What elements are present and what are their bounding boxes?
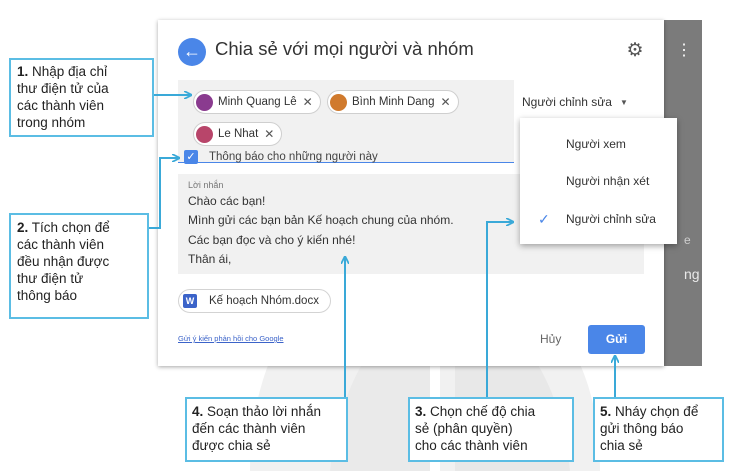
recipient-name: Bình Minh Dang xyxy=(352,96,435,108)
callout-number: 1. xyxy=(17,64,29,79)
role-select-value: Người chỉnh sửa xyxy=(522,95,612,109)
message-line: Thân ái, xyxy=(188,252,232,266)
background-fragment: e xyxy=(684,233,691,247)
callout-number: 3. xyxy=(415,404,427,419)
callout-4: 4. Soạn thảo lời nhắn đến các thành viên… xyxy=(185,397,348,462)
remove-icon[interactable]: ✕ xyxy=(440,95,450,109)
callout-text: Chọn chế độ chia sẻ (phân quyền) cho các… xyxy=(415,404,536,453)
checkmark-icon: ✓ xyxy=(538,211,550,227)
message-line: Mình gửi các bạn bản Kế hoạch chung của … xyxy=(188,213,454,227)
notify-label: Thông báo cho những người này xyxy=(209,151,378,163)
menu-item-label: Người nhận xét xyxy=(566,174,650,188)
callout-text: Soạn thảo lời nhắn đến các thành viên đư… xyxy=(192,404,321,453)
cancel-button[interactable]: Hủy xyxy=(540,332,561,346)
notify-checkbox[interactable]: ✓ xyxy=(184,150,198,164)
menu-item-commenter[interactable]: Người nhận xét xyxy=(520,164,677,198)
callout-1: 1. Nhập địa chỉ thư điện tử của các thàn… xyxy=(9,58,154,137)
feedback-link[interactable]: Gửi ý kiến phản hồi cho Google xyxy=(178,334,284,343)
avatar xyxy=(196,125,213,143)
remove-icon[interactable]: ✕ xyxy=(303,95,313,109)
remove-icon[interactable]: ✕ xyxy=(264,127,274,141)
callout-number: 5. xyxy=(600,404,612,419)
menu-item-editor[interactable]: ✓ Người chỉnh sửa xyxy=(520,202,677,236)
send-button[interactable]: Gửi xyxy=(588,325,645,354)
role-menu: Người xem Người nhận xét ✓ Người chỉnh s… xyxy=(520,118,677,244)
callout-number: 4. xyxy=(192,404,204,419)
notify-row[interactable]: ✓ Thông báo cho những người này xyxy=(184,150,378,164)
callout-3: 3. Chọn chế độ chia sẻ (phân quyền) cho … xyxy=(408,397,574,462)
recipient-name: Minh Quang Lê xyxy=(218,96,297,108)
message-label: Lời nhắn xyxy=(188,180,224,190)
avatar xyxy=(330,93,347,111)
message-line: Các bạn đọc và cho ý kiến nhé! xyxy=(188,233,356,247)
callout-number: 2. xyxy=(17,220,29,235)
dialog-title: Chia sẻ với mọi người và nhóm xyxy=(215,38,474,59)
back-arrow-icon[interactable]: ← xyxy=(178,38,206,66)
recipient-chip: Minh Quang Lê ✕ xyxy=(193,90,321,114)
recipient-name: Le Nhat xyxy=(218,128,259,140)
menu-item-label: Người chỉnh sửa xyxy=(566,212,656,226)
attachment-name: Kế hoạch Nhóm.docx xyxy=(209,295,319,307)
callout-text: Nhập địa chỉ thư điện tử của các thành v… xyxy=(17,64,109,130)
more-menu-icon: ⋮ xyxy=(676,42,692,59)
message-line: Chào các bạn! xyxy=(188,194,266,208)
recipient-chip: Le Nhat ✕ xyxy=(193,122,283,146)
background-text: ng xyxy=(684,266,700,282)
gear-icon[interactable]: ⚙ xyxy=(624,40,646,62)
avatar xyxy=(196,93,213,111)
callout-text: Nháy chọn để gửi thông báo chia sẻ xyxy=(600,404,699,453)
callout-5: 5. Nháy chọn để gửi thông báo chia sẻ xyxy=(593,397,724,462)
menu-item-viewer[interactable]: Người xem xyxy=(520,127,677,161)
caret-down-icon: ▼ xyxy=(619,97,628,107)
menu-item-label: Người xem xyxy=(566,137,626,151)
recipient-chip: Bình Minh Dang ✕ xyxy=(327,90,459,114)
callout-text: Tích chọn để các thành viên đều nhận đượ… xyxy=(17,220,110,303)
attachment-chip[interactable]: W Kế hoạch Nhóm.docx xyxy=(178,289,331,313)
callout-2: 2. Tích chọn để các thành viên đều nhận … xyxy=(9,213,149,319)
word-doc-icon: W xyxy=(183,294,197,308)
